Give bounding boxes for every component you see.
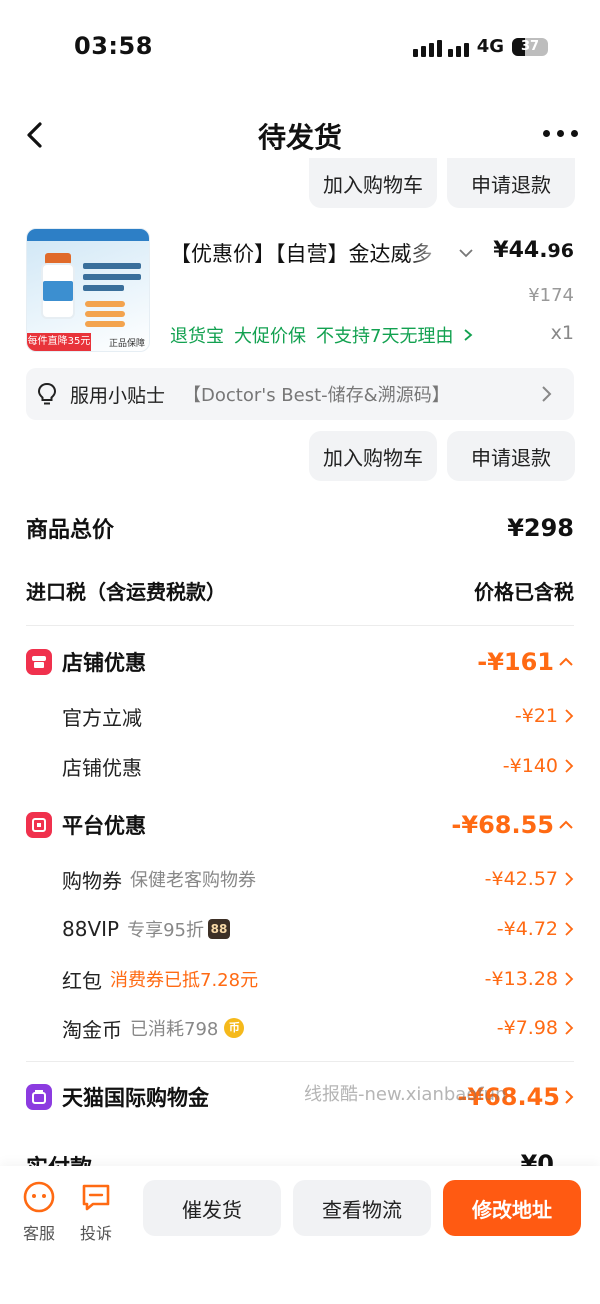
refund-button-top[interactable]: 申请退款 xyxy=(447,158,575,208)
customer-service-button[interactable]: 客服 xyxy=(17,1180,61,1244)
divider xyxy=(26,625,574,626)
shop-discount-title: 店铺优惠 xyxy=(62,651,146,675)
status-bar: 03:58 4G 37 xyxy=(0,0,600,100)
chevron-right-icon xyxy=(565,709,574,723)
vip-row[interactable]: 88VIP 专享95折 88 -¥4.72 xyxy=(62,915,574,943)
customer-service-icon xyxy=(23,1181,55,1213)
product-guarantee-tag: 正品保障 xyxy=(108,339,145,349)
shop-discount-amount: -¥161 xyxy=(477,648,574,676)
usage-tips-bar[interactable]: 服用小贴士 【Doctor's Best-储存&溯源码】 xyxy=(26,368,574,420)
shop-icon xyxy=(26,649,52,675)
chevron-right-icon xyxy=(565,1090,574,1104)
platform-discount-header[interactable]: 平台优惠 -¥68.55 xyxy=(26,808,574,842)
add-to-cart-button-top[interactable]: 加入购物车 xyxy=(309,158,437,208)
chevron-right-icon xyxy=(565,1021,574,1035)
chevron-down-icon[interactable] xyxy=(458,247,474,259)
chevron-up-icon xyxy=(559,820,573,829)
product-original-price: ¥174 xyxy=(528,285,574,306)
tips-label: 服用小贴士 xyxy=(70,384,166,407)
page-title: 待发货 xyxy=(257,121,342,154)
chevron-right-icon xyxy=(464,329,473,341)
status-time: 03:58 xyxy=(74,32,153,60)
product-services[interactable]: 退货宝 大促价保 不支持7天无理由 xyxy=(170,322,473,348)
product-image[interactable]: 每件直降35元 正品保障 xyxy=(26,228,150,352)
watermark: 线报酷-new.xianbaofun xyxy=(304,1084,507,1105)
tmall-gold-icon xyxy=(26,1084,52,1110)
more-icon[interactable] xyxy=(543,130,578,137)
chevron-right-icon xyxy=(565,922,574,936)
battery-icon: 37 xyxy=(512,37,548,56)
bottom-action-bar: 客服 投诉 催发货 查看物流 修改地址 xyxy=(0,1166,600,1304)
tmall-gold-title: 天猫国际购物金 xyxy=(62,1086,209,1110)
refund-button[interactable]: 申请退款 xyxy=(447,431,575,481)
view-logistics-button[interactable]: 查看物流 xyxy=(293,1180,431,1236)
service-return-insurance: 退货宝 xyxy=(170,326,224,347)
add-to-cart-button[interactable]: 加入购物车 xyxy=(309,431,437,481)
product-quantity: x1 xyxy=(550,322,574,344)
import-tax-label: 进口税（含运费税款） xyxy=(26,580,226,604)
total-price-row: 商品总价 ¥298 xyxy=(26,512,574,544)
product-promo-tag: 每件直降35元 xyxy=(27,333,91,351)
service-no-7day-return: 不支持7天无理由 xyxy=(316,326,454,347)
red-packet-row[interactable]: 红包 消费券已抵7.28元 -¥13.28 xyxy=(62,965,574,993)
network-type: 4G xyxy=(476,36,504,57)
platform-discount-amount: -¥68.55 xyxy=(451,811,574,839)
chevron-right-icon xyxy=(565,872,574,886)
complain-button[interactable]: 投诉 xyxy=(74,1180,118,1244)
coin-icon: 币 xyxy=(224,1018,245,1038)
total-price-label: 商品总价 xyxy=(26,518,115,543)
shop-discount-item[interactable]: 官方立减 -¥21 xyxy=(62,702,574,730)
vip-88-badge: 88 xyxy=(208,919,230,939)
product-price: ¥44.96 xyxy=(493,238,574,263)
service-price-protect: 大促价保 xyxy=(234,326,306,347)
taojinbi-row[interactable]: 淘金币 已消耗798 币 -¥7.98 xyxy=(62,1014,574,1042)
import-tax-value: 价格已含税 xyxy=(474,580,574,604)
coupon-row[interactable]: 购物券 保健老客购物券 -¥42.57 xyxy=(62,865,574,893)
lightbulb-icon xyxy=(37,382,57,405)
chevron-right-icon xyxy=(542,386,552,402)
chevron-up-icon xyxy=(559,657,573,666)
urge-shipping-button[interactable]: 催发货 xyxy=(143,1180,281,1236)
complain-icon xyxy=(82,1184,110,1211)
tips-text: 【Doctor's Best-储存&溯源码】 xyxy=(183,385,450,406)
shop-discount-header[interactable]: 店铺优惠 -¥161 xyxy=(26,646,574,678)
import-tax-row: 进口税（含运费税款） 价格已含税 xyxy=(26,576,574,605)
modify-address-button[interactable]: 修改地址 xyxy=(443,1180,581,1236)
divider xyxy=(26,1061,574,1062)
total-price-value: ¥298 xyxy=(507,514,574,542)
chevron-right-icon xyxy=(565,759,574,773)
platform-discount-title: 平台优惠 xyxy=(62,814,146,838)
status-indicators: 4G 37 xyxy=(412,36,548,57)
battery-level: 37 xyxy=(520,38,540,54)
shop-discount-item[interactable]: 店铺优惠 -¥140 xyxy=(62,752,574,780)
product-title[interactable]: 【优惠价】【自营】金达威多 xyxy=(170,238,450,272)
platform-icon xyxy=(26,812,52,838)
signal-icon xyxy=(412,37,469,57)
chevron-right-icon xyxy=(565,972,574,986)
